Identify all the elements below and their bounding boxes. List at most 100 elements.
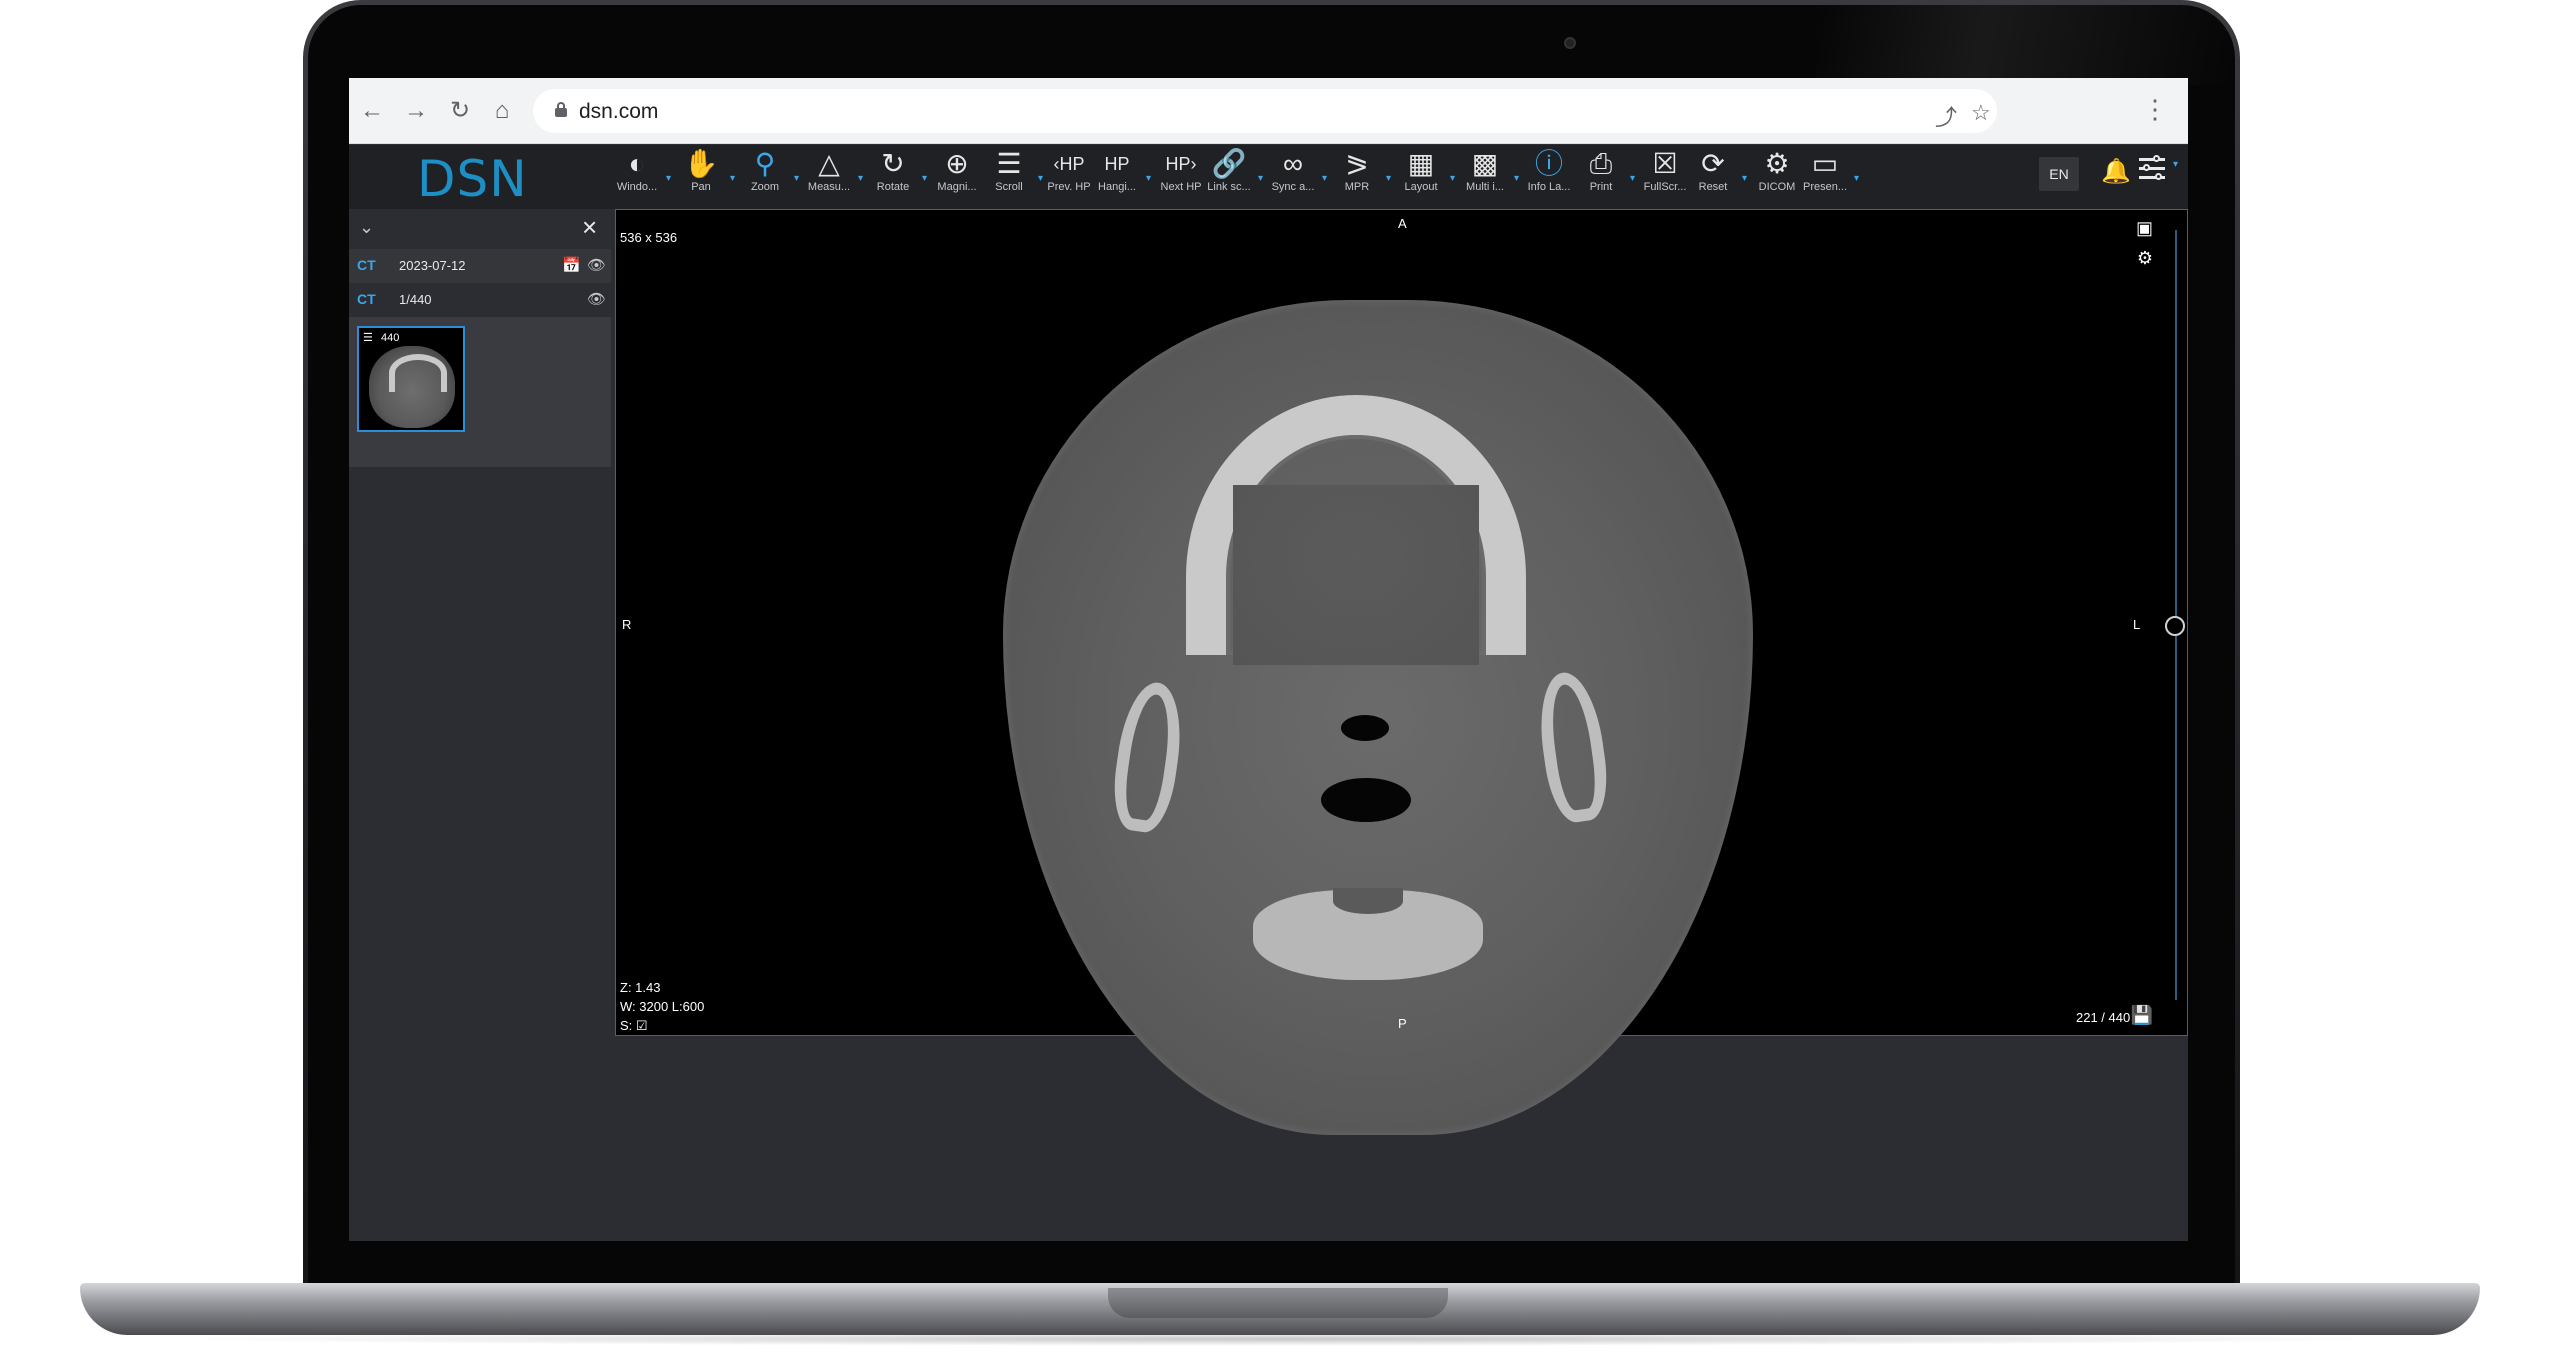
share-icon[interactable]: ⤴ [1935,100,1957,132]
mandible-right [1532,668,1614,826]
tool-dicom[interactable]: ⚙ DICOM [1751,147,1803,207]
more-vert-icon[interactable]: ⋮ [2142,94,2168,125]
tool-window-level[interactable]: ◐ Windo... ▾ [611,147,671,207]
orientation-right: L [2133,617,2141,632]
star-icon[interactable]: ☆ [1971,100,1991,126]
slice-scrollbar-handle[interactable] [2165,616,2185,636]
rotate-icon: ↻ [881,148,905,179]
annotation-icon[interactable]: ⚙ [2137,248,2153,269]
orientation-bottom: P [1398,1016,1407,1031]
eye-icon[interactable]: 👁 [587,290,606,308]
magnify-icon: ⊕ [945,148,969,179]
sync-icon: ∞ [1283,148,1303,179]
save-icon[interactable]: 💾 [2131,1005,2153,1026]
mpr-icon: ⪖ [1345,148,1369,179]
close-icon[interactable]: × [582,212,597,243]
ct-slice-image [1003,300,1753,1135]
snapshot-icon[interactable]: ▣ [2136,218,2153,239]
series-thumbnail[interactable]: ☰ 440 [357,326,465,432]
orientation-top: A [1398,216,1407,231]
study-row[interactable]: CT 2023-07-12 📅 👁 [349,249,611,283]
multi-image-icon: ▩ [1471,148,1499,179]
window-level-readout: W: 3200 L:600 [620,999,705,1014]
airway-lower [1321,778,1411,822]
image-dimensions: 536 x 536 [620,230,678,245]
app-toolbar: DSN ◐ Windo... ▾ ✋ Pan ▾ ⚲ Zoom ▾ △ Measu..… [349,145,2188,209]
prev-hp-icon: ‹HP [1053,154,1085,174]
chevron-down-icon[interactable]: ⌄ [359,217,374,238]
language-select[interactable]: EN [2039,157,2079,191]
study-modality: CT [357,257,376,273]
tool-mpr[interactable]: ⪖ MPR ▾ [1331,147,1391,207]
tool-multi-image[interactable]: ▩ Multi i... ▾ [1459,147,1519,207]
scroll-layers-icon: ☰ [996,148,1022,179]
hanging-protocol-icon: HP [1104,154,1130,174]
tool-hanging-protocol[interactable]: HP Hangi... ▾ [1091,147,1151,207]
window-level-icon: ◐ [628,148,646,179]
series-row[interactable]: CT 1/440 👁 [349,283,611,317]
tool-reset[interactable]: ⟳ Reset ▾ [1687,147,1747,207]
bell-icon[interactable]: 🔔 [2101,157,2131,186]
reload-icon[interactable]: ↻ [445,96,475,126]
layout-grid-icon: ▦ [1407,148,1435,179]
settings-caret-icon[interactable]: ▾ [2173,159,2178,170]
reset-icon: ⟳ [1701,148,1725,179]
tool-layout[interactable]: ▦ Layout ▾ [1395,147,1455,207]
dicom-gear-icon: ⚙ [1764,148,1790,179]
thumbnail-image [369,346,455,428]
tool-print[interactable]: ⎙ Print ▾ [1575,147,1635,207]
tool-fullscreen[interactable]: ☒ FullScr... [1639,147,1691,207]
tool-magnify[interactable]: ⊕ Magni... [931,147,983,207]
presentation-icon: ▭ [1811,148,1839,179]
tool-next-hp[interactable]: HP› Next HP [1155,147,1207,207]
series-panel: ⌄ × CT 2023-07-12 📅 👁 CT 1/440 👁 ☰ 440 [349,209,611,1241]
fullscreen-icon: ☒ [1652,148,1678,179]
tool-rotate[interactable]: ↻ Rotate ▾ [867,147,927,207]
airway-upper [1341,715,1389,741]
tool-presentation[interactable]: ▭ Presen... ▾ [1799,147,1859,207]
webcam [1564,37,1576,49]
image-viewport[interactable]: 536 x 536 A P R L Z: 1.43 W: 3200 L:600 … [615,209,2188,1135]
tool-zoom[interactable]: ⚲ Zoom ▾ [739,147,799,207]
measure-icon: △ [818,148,840,179]
series-index: 1/440 [399,292,432,307]
info-layer-icon: ⓘ [1534,148,1563,179]
eye-icon[interactable]: 👁 [587,256,606,274]
address-bar[interactable]: dsn.com ⤴ ☆ [533,89,1997,133]
zoom-readout: Z: 1.43 [620,980,661,995]
series-modality: CT [357,291,376,307]
tool-scroll[interactable]: ☰ Scroll ▾ [983,147,1043,207]
url-text[interactable]: dsn.com [579,100,658,124]
tool-prev-hp[interactable]: ‹HP Prev. HP [1043,147,1095,207]
lock-icon [555,102,567,117]
tool-measure[interactable]: △ Measu... ▾ [803,147,863,207]
forward-arrow-icon[interactable]: → [401,96,431,126]
tool-info-layer[interactable]: ⓘ Info La... [1523,147,1575,207]
palate-area [1233,485,1479,665]
settings-sliders-icon[interactable] [2139,153,2167,183]
thumbnail-count: 440 [381,332,400,344]
tool-link-scroll[interactable]: 🔗 Link sc... ▾ [1203,147,1263,207]
app-logo: DSN [417,150,528,208]
link-scroll-icon: 🔗 [1211,148,1247,179]
orientation-left: R [622,617,632,632]
thumbnail-area: ☰ 440 [349,317,611,467]
print-icon: ⎙ [1589,148,1613,179]
panel-header: ⌄ × [349,209,611,249]
tool-sync[interactable]: ∞ Sync a... ▾ [1267,147,1327,207]
back-arrow-icon[interactable]: ← [357,96,387,126]
bezel-glare [1815,5,2235,85]
check-icon[interactable]: ☑ [636,1018,648,1033]
study-date: 2023-07-12 [399,258,466,273]
next-hp-icon: HP› [1165,154,1197,174]
calendar-icon[interactable]: 📅 [562,256,581,274]
laptop-notch [1108,1288,1448,1318]
mandible-left [1107,678,1189,836]
slice-scrollbar-track[interactable] [2175,230,2177,1000]
browser-chrome: ← → ↻ ⌂ dsn.com ⤴ ☆ ⋮ [349,78,2188,144]
slice-counter: 221 / 440 [2076,1010,2131,1025]
laptop-screen: ← → ↻ ⌂ dsn.com ⤴ ☆ ⋮ DSN ◐ Windo... ▾ ✋ … [349,78,2188,1241]
home-icon[interactable]: ⌂ [487,96,517,126]
zoom-icon: ⚲ [754,148,776,179]
tool-pan[interactable]: ✋ Pan ▾ [675,147,735,207]
